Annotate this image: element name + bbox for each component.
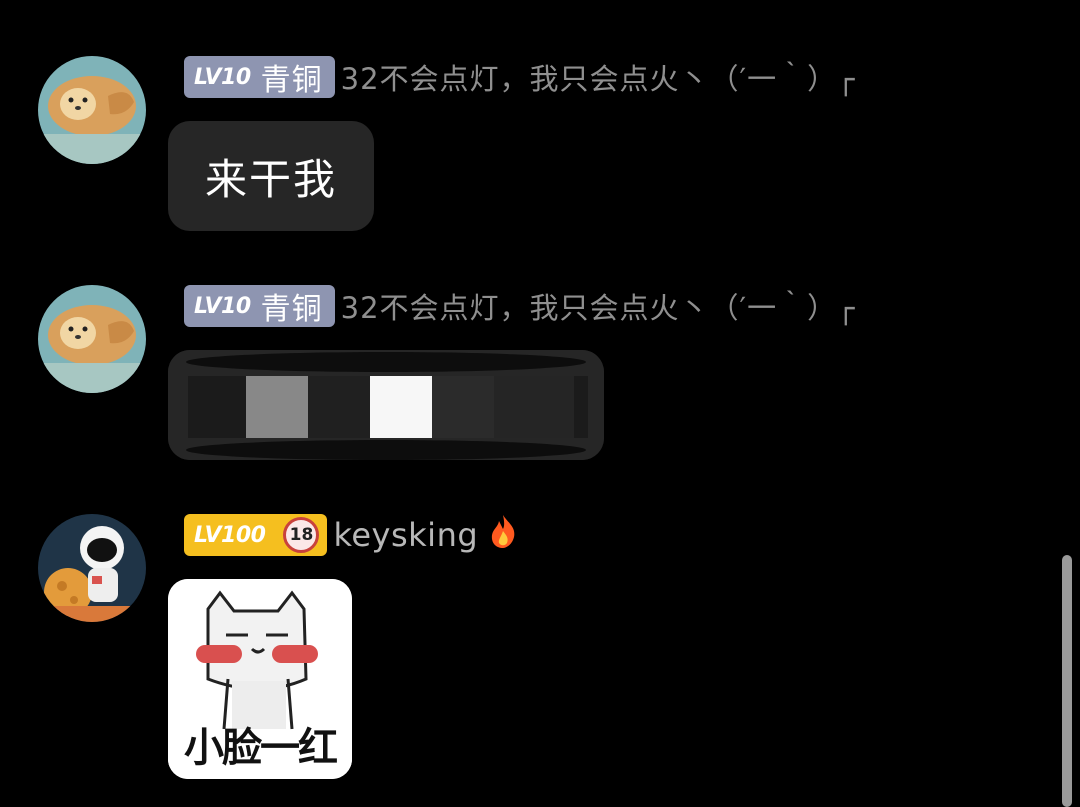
level-badge[interactable]: LV100 18 [184, 514, 328, 556]
avatar[interactable] [38, 285, 146, 393]
avatar[interactable] [38, 56, 146, 164]
chat-screen: LV10 青铜 32不会点灯，我只会点火丶（′一｀）┌ 来干我 LV10 青铜 … [0, 0, 1080, 807]
message-header: LV10 青铜 32不会点灯，我只会点火丶（′一｀）┌ [184, 285, 856, 327]
image-message-bubble[interactable] [168, 350, 604, 460]
fire-icon [488, 513, 518, 557]
badge-number: 18 [289, 525, 314, 545]
sticker-message[interactable]: 小脸一红 [168, 579, 352, 779]
nickname[interactable]: 32不会点灯，我只会点火丶（′一｀）┌ [341, 285, 856, 327]
rank-text: 青铜 [260, 292, 323, 327]
nickname[interactable]: 32不会点灯，我只会点火丶（′一｀）┌ [341, 56, 856, 98]
message-bubble[interactable]: 来干我 [168, 121, 374, 231]
under-18-icon: 18 [283, 517, 320, 553]
message-text: 来干我 [204, 154, 337, 204]
level-text: LV10 [194, 293, 251, 319]
level-badge[interactable]: LV10 青铜 [184, 56, 335, 98]
nickname[interactable]: keysking [333, 516, 478, 554]
scrollbar[interactable] [1062, 555, 1072, 807]
sticker-caption: 小脸一红 [184, 724, 338, 771]
avatar[interactable] [38, 514, 146, 622]
level-text: LV10 [194, 64, 251, 90]
message-header: LV100 18 keysking [184, 514, 518, 556]
rank-text: 青铜 [260, 63, 323, 98]
pixel-image [168, 350, 604, 460]
level-text: LV100 [194, 522, 266, 548]
message-header: LV10 青铜 32不会点灯，我只会点火丶（′一｀）┌ [184, 56, 856, 98]
level-badge[interactable]: LV10 青铜 [184, 285, 335, 327]
